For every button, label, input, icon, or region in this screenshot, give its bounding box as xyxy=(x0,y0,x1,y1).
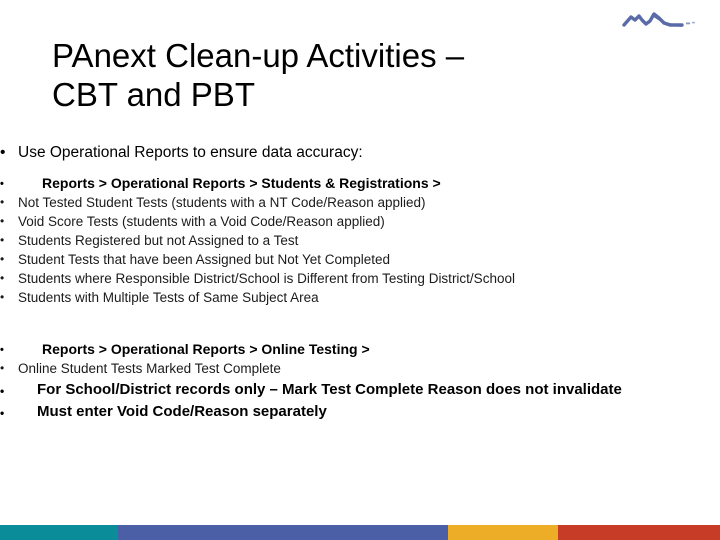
bullet-glyph-icon: • xyxy=(0,290,5,304)
bullet-glyph-icon: • xyxy=(0,178,4,190)
bullet-glyph-icon: • xyxy=(0,214,5,228)
slide-body: • Use Operational Reports to ensure data… xyxy=(0,142,720,422)
section-1-item-list: • Not Tested Student Tests (students wit… xyxy=(0,193,720,307)
list-item-text: Void Score Tests (students with a Void C… xyxy=(18,214,385,229)
list-item: • Students where Responsible District/Sc… xyxy=(0,269,720,288)
list-item-text: Students with Multiple Tests of Same Sub… xyxy=(18,290,319,305)
list-item: • Student Tests that have been Assigned … xyxy=(0,250,720,269)
bullet-glyph-icon: • xyxy=(0,195,5,209)
list-item-text: For School/District records only – Mark … xyxy=(37,381,622,398)
page-title: PAnext Clean-up Activities – CBT and PBT xyxy=(52,37,465,113)
bullet-glyph-icon: • xyxy=(0,144,6,161)
intro-list: • Use Operational Reports to ensure data… xyxy=(0,142,720,163)
mountain-logo-icon xyxy=(620,8,698,34)
list-item-text: Online Student Tests Marked Test Complet… xyxy=(18,361,281,376)
slide-canvas: PAnext Clean-up Activities – CBT and PBT… xyxy=(0,0,720,540)
bullet-glyph-icon: • xyxy=(0,233,5,247)
section-2-subitem-list: • For School/District records only – Mar… xyxy=(0,380,720,422)
list-item-text: Must enter Void Code/Reason separately xyxy=(37,403,327,420)
red-segment xyxy=(558,525,720,540)
list-item-text: Student Tests that have been Assigned bu… xyxy=(18,252,391,267)
section-2-header-text: Reports > Operational Reports > Online T… xyxy=(42,341,370,357)
list-item: • Not Tested Student Tests (students wit… xyxy=(0,193,720,212)
section-1-header-list: • Reports > Operational Reports > Studen… xyxy=(0,173,720,193)
list-item: • Students with Multiple Tests of Same S… xyxy=(0,288,720,307)
teal-segment xyxy=(0,525,118,540)
bullet-glyph-icon: • xyxy=(0,252,5,266)
section-1-header-item: • Reports > Operational Reports > Studen… xyxy=(0,173,720,193)
section-2-header-list: • Reports > Operational Reports > Online… xyxy=(0,339,720,359)
orange-segment xyxy=(448,525,558,540)
list-item-text: Students where Responsible District/Scho… xyxy=(18,271,515,286)
list-item: • Void Score Tests (students with a Void… xyxy=(0,212,720,231)
bullet-glyph-icon: • xyxy=(0,361,5,375)
bullet-glyph-icon: • xyxy=(0,406,5,420)
list-item: • For School/District records only – Mar… xyxy=(0,380,720,400)
list-item-text: Students Registered but not Assigned to … xyxy=(18,233,299,248)
blue-segment xyxy=(118,525,448,540)
footer-color-bar xyxy=(0,525,720,540)
bullet-glyph-icon: • xyxy=(0,344,4,356)
list-item: • Students Registered but not Assigned t… xyxy=(0,231,720,250)
list-item-text: Not Tested Student Tests (students with … xyxy=(18,195,426,210)
section-1-header-text: Reports > Operational Reports > Students… xyxy=(42,175,441,191)
list-item: • Online Student Tests Marked Test Compl… xyxy=(0,359,720,378)
intro-bullet-item: • Use Operational Reports to ensure data… xyxy=(0,142,720,163)
intro-bullet-text: Use Operational Reports to ensure data a… xyxy=(18,144,363,161)
list-item: • Must enter Void Code/Reason separately xyxy=(0,402,720,422)
bullet-glyph-icon: • xyxy=(0,271,5,285)
bullet-glyph-icon: • xyxy=(0,384,5,398)
section-2-header-item: • Reports > Operational Reports > Online… xyxy=(0,339,720,359)
section-2-item-list: • Online Student Tests Marked Test Compl… xyxy=(0,359,720,378)
